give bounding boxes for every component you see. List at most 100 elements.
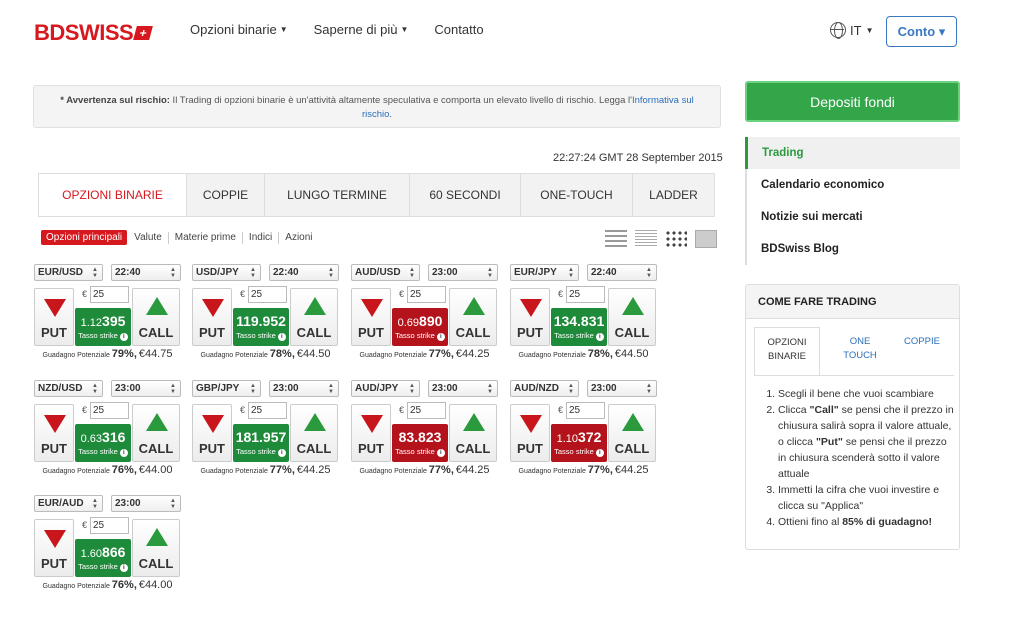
potential-gain: Guadagno Potenziale 77%, €44.25 xyxy=(192,464,339,476)
compact-list-view-icon[interactable] xyxy=(635,230,657,248)
amount-input[interactable]: 25 xyxy=(248,286,287,303)
amount-input[interactable]: 25 xyxy=(566,402,605,419)
expiry-select[interactable]: 23:00 ▲ ▼ xyxy=(111,495,181,512)
asset-select[interactable]: EUR/AUD ▲ ▼ xyxy=(34,495,103,512)
asset-select[interactable]: AUD/JPY ▲ ▼ xyxy=(351,380,420,397)
call-button[interactable]: CALL xyxy=(132,519,180,577)
info-icon[interactable]: i xyxy=(436,449,445,457)
expiry-label: 23:00 xyxy=(115,383,141,394)
language-selector[interactable]: IT ▼ xyxy=(830,22,873,39)
put-button[interactable]: PUT xyxy=(192,288,232,346)
tab-lungo-termine[interactable]: LUNGO TERMINE xyxy=(265,174,410,216)
put-button[interactable]: PUT xyxy=(510,288,550,346)
euro-sign: € xyxy=(558,405,564,415)
tasso-strike-text: Tasso strike xyxy=(554,331,594,340)
grid-view-icon[interactable] xyxy=(665,230,687,248)
subtab-azioni[interactable]: Azioni xyxy=(285,232,312,243)
view-mode-switcher xyxy=(605,230,717,248)
bdswiss-logo[interactable]: BDSWISS + xyxy=(34,20,154,46)
gain-label: Guadagno Potenziale xyxy=(359,352,427,359)
subtab-opzioni-principali[interactable]: Opzioni principali xyxy=(41,230,128,245)
sidebar-item-calendario[interactable]: Calendario economico xyxy=(745,169,960,201)
list-view-icon[interactable] xyxy=(605,230,627,248)
arrow-down-icon xyxy=(520,415,542,433)
expiry-select[interactable]: 23:00 ▲ ▼ xyxy=(587,380,657,397)
amount-input[interactable]: 25 xyxy=(90,402,129,419)
subtab-valute[interactable]: Valute xyxy=(134,232,162,243)
asset-select[interactable]: EUR/USD ▲ ▼ xyxy=(34,264,103,281)
tab-ladder[interactable]: LADDER xyxy=(633,174,714,216)
expiry-select[interactable]: 23:00 ▲ ▼ xyxy=(111,380,181,397)
rate-digits: 395 xyxy=(102,313,126,329)
info-icon[interactable]: i xyxy=(277,449,286,457)
nav-opzioni-binarie[interactable]: Opzioni binarie ▼ xyxy=(190,22,288,37)
sidebar-item-trading[interactable]: Trading xyxy=(745,137,960,169)
info-icon[interactable]: i xyxy=(595,449,604,457)
call-label: CALL xyxy=(455,325,491,340)
asset-select[interactable]: USD/JPY ▲ ▼ xyxy=(192,264,261,281)
put-button[interactable]: PUT xyxy=(351,288,391,346)
sidebar-item-notizie[interactable]: Notizie sui mercati xyxy=(745,201,960,233)
asset-label: GBP/JPY xyxy=(196,383,240,394)
put-button[interactable]: PUT xyxy=(351,404,391,462)
put-button[interactable]: PUT xyxy=(192,404,232,462)
expiry-select[interactable]: 22:40 ▲ ▼ xyxy=(111,264,181,281)
info-icon[interactable]: i xyxy=(119,449,128,457)
expiry-label: 22:40 xyxy=(591,267,617,278)
put-button[interactable]: PUT xyxy=(34,519,74,577)
info-icon[interactable]: i xyxy=(119,564,128,572)
expiry-select[interactable]: 22:40 ▲ ▼ xyxy=(269,264,339,281)
tab-opzioni-binarie[interactable]: OPZIONI BINARIE xyxy=(39,174,187,216)
expiry-select[interactable]: 23:00 ▲ ▼ xyxy=(269,380,339,397)
nav-contatto[interactable]: Contatto xyxy=(434,22,483,37)
how-to-steps: Scegli il bene che vuoi scambiare Clicca… xyxy=(760,386,954,530)
call-button[interactable]: CALL xyxy=(132,288,180,346)
nav-saperne-di-piu[interactable]: Saperne di più ▼ xyxy=(314,22,409,37)
strike-label: Tasso strike i xyxy=(233,331,289,341)
amount-input[interactable]: 25 xyxy=(407,402,446,419)
amount-input[interactable]: 25 xyxy=(407,286,446,303)
info-icon[interactable]: i xyxy=(436,333,445,341)
amount-input[interactable]: 25 xyxy=(90,517,129,534)
howto-tab-opzioni-binarie[interactable]: OPZIONI BINARIE xyxy=(754,327,820,375)
account-button[interactable]: Conto ▾ xyxy=(886,16,957,47)
expiry-select[interactable]: 22:40 ▲ ▼ xyxy=(587,264,657,281)
call-button[interactable]: CALL xyxy=(449,288,497,346)
sidebar-item-blog[interactable]: BDSwiss Blog xyxy=(745,233,960,265)
amount-input[interactable]: 25 xyxy=(90,286,129,303)
deposit-funds-button[interactable]: Depositi fondi xyxy=(745,81,960,122)
asset-select[interactable]: AUD/NZD ▲ ▼ xyxy=(510,380,579,397)
rate-digits: 890 xyxy=(419,313,443,329)
tile-view-icon[interactable] xyxy=(695,230,717,248)
tab-60-secondi[interactable]: 60 SECONDI xyxy=(410,174,521,216)
asset-select[interactable]: NZD/USD ▲ ▼ xyxy=(34,380,103,397)
updown-arrows-icon: ▲ ▼ xyxy=(487,267,493,279)
amount-input[interactable]: 25 xyxy=(248,402,287,419)
call-button[interactable]: CALL xyxy=(290,288,338,346)
howto-tab-coppie[interactable]: COPPIE xyxy=(896,327,948,349)
call-button[interactable]: CALL xyxy=(132,404,180,462)
info-icon[interactable]: i xyxy=(119,333,128,341)
call-button[interactable]: CALL xyxy=(608,288,656,346)
tab-one-touch[interactable]: ONE-TOUCH xyxy=(521,174,633,216)
subtab-materie-prime[interactable]: Materie prime xyxy=(175,232,236,243)
expiry-select[interactable]: 23:00 ▲ ▼ xyxy=(428,264,498,281)
asset-select[interactable]: EUR/JPY ▲ ▼ xyxy=(510,264,579,281)
call-button[interactable]: CALL xyxy=(290,404,338,462)
tab-coppie[interactable]: COPPIE xyxy=(187,174,265,216)
expiry-select[interactable]: 23:00 ▲ ▼ xyxy=(428,380,498,397)
put-button[interactable]: PUT xyxy=(510,404,550,462)
subtab-indici[interactable]: Indici xyxy=(249,232,272,243)
put-label: PUT xyxy=(199,325,225,340)
info-icon[interactable]: i xyxy=(277,333,286,341)
call-button[interactable]: CALL xyxy=(608,404,656,462)
howto-tab-one-touch[interactable]: ONE TOUCH xyxy=(832,327,888,363)
put-button[interactable]: PUT xyxy=(34,288,74,346)
put-button[interactable]: PUT xyxy=(34,404,74,462)
asset-select[interactable]: AUD/USD ▲ ▼ xyxy=(351,264,420,281)
asset-select[interactable]: GBP/JPY ▲ ▼ xyxy=(192,380,261,397)
call-button[interactable]: CALL xyxy=(449,404,497,462)
strike-label: Tasso strike i xyxy=(75,331,131,341)
info-icon[interactable]: i xyxy=(595,333,604,341)
amount-input[interactable]: 25 xyxy=(566,286,605,303)
